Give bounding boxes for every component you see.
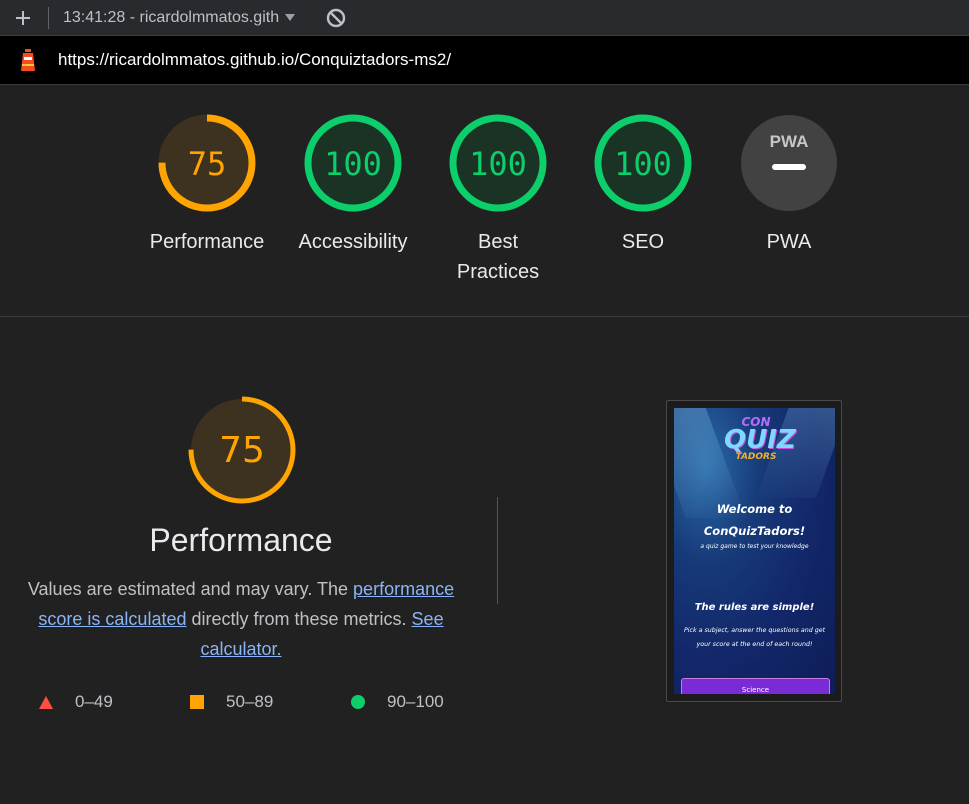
desc-text: Values are estimated and may vary. The bbox=[27, 579, 354, 599]
gauge-performance[interactable]: 75 Performance bbox=[142, 113, 272, 257]
science-button: Science bbox=[681, 678, 830, 694]
score-ring: 100 bbox=[449, 114, 547, 212]
gauge-pwa[interactable]: PWA PWA bbox=[724, 113, 854, 257]
category-gauges: 75 Performance 100 Accessibility 100 Bes… bbox=[0, 85, 969, 317]
pwa-badge-text: PWA bbox=[770, 132, 809, 151]
welcome-subtitle: a quiz game to test your knowledge bbox=[700, 543, 809, 550]
report-selector-label: 13:41:28 - ricardolmmatos.gith bbox=[63, 8, 280, 26]
report-selector[interactable]: 13:41:28 - ricardolmmatos.gith bbox=[63, 8, 296, 27]
pwa-badge: PWA bbox=[741, 115, 837, 211]
devtools-toolbar: 13:41:28 - ricardolmmatos.gith bbox=[0, 0, 969, 36]
gauge-score: 100 bbox=[614, 145, 672, 183]
triangle-icon bbox=[39, 696, 53, 709]
legend-range: 50–89 bbox=[226, 692, 274, 711]
new-report-button[interactable] bbox=[10, 5, 36, 31]
score-ring: 75 bbox=[158, 114, 256, 212]
gauge-label: PWA bbox=[766, 231, 812, 253]
legend-range: 90–100 bbox=[387, 692, 444, 711]
gauge-best-practices[interactable]: 100 Best Practices bbox=[433, 113, 563, 287]
performance-score: 75 bbox=[219, 430, 265, 471]
score-ring: 100 bbox=[304, 114, 402, 212]
gauge-score: 75 bbox=[188, 145, 227, 183]
rules-heading: The rules are simple! bbox=[694, 602, 815, 613]
plus-icon bbox=[16, 10, 30, 25]
section-divider bbox=[497, 497, 498, 604]
legend-pass: 90–100 bbox=[350, 692, 444, 712]
score-ring: 100 bbox=[594, 114, 692, 212]
performance-gauge-large: 75 bbox=[188, 396, 296, 504]
dash-icon bbox=[772, 164, 806, 170]
welcome-heading: Welcome to ConQuizTadors! bbox=[703, 502, 806, 538]
desc-text: directly from these metrics. bbox=[186, 609, 412, 629]
lighthouse-icon bbox=[21, 49, 35, 71]
gauge-seo[interactable]: 100 SEO bbox=[578, 113, 708, 257]
gauge-accessibility[interactable]: 100 Accessibility bbox=[288, 113, 418, 257]
rules-text: Pick a subject, answer the questions and… bbox=[683, 627, 826, 648]
performance-title: Performance bbox=[149, 522, 333, 558]
gauge-score: 100 bbox=[469, 145, 527, 183]
legend-average: 50–89 bbox=[189, 692, 273, 712]
gauge-label: SEO bbox=[621, 231, 665, 253]
gauge-score: 100 bbox=[324, 145, 382, 183]
performance-description: Values are estimated and may vary. The p… bbox=[20, 574, 462, 664]
url-bar: https://ricardolmmatos.github.io/Conquiz… bbox=[0, 36, 969, 85]
toolbar-separator bbox=[48, 6, 49, 29]
gauge-label: Best Practices bbox=[456, 231, 540, 283]
clear-all-icon[interactable] bbox=[325, 7, 347, 29]
legend-range: 0–49 bbox=[75, 692, 113, 711]
gauge-label: Performance bbox=[149, 231, 265, 253]
caret-down-icon bbox=[285, 14, 296, 21]
report-url[interactable]: https://ricardolmmatos.github.io/Conquiz… bbox=[58, 50, 451, 70]
final-screenshot[interactable]: CON QUIZ TADORS Welcome to ConQuizTadors… bbox=[666, 400, 842, 702]
screenshot-image: CON QUIZ TADORS Welcome to ConQuizTadors… bbox=[674, 408, 835, 694]
conquiztadors-logo: CON QUIZ TADORS bbox=[724, 415, 796, 462]
circle-icon bbox=[351, 695, 365, 709]
gauge-label: Accessibility bbox=[298, 231, 408, 253]
square-icon bbox=[190, 695, 204, 709]
legend-fail: 0–49 bbox=[38, 692, 113, 712]
